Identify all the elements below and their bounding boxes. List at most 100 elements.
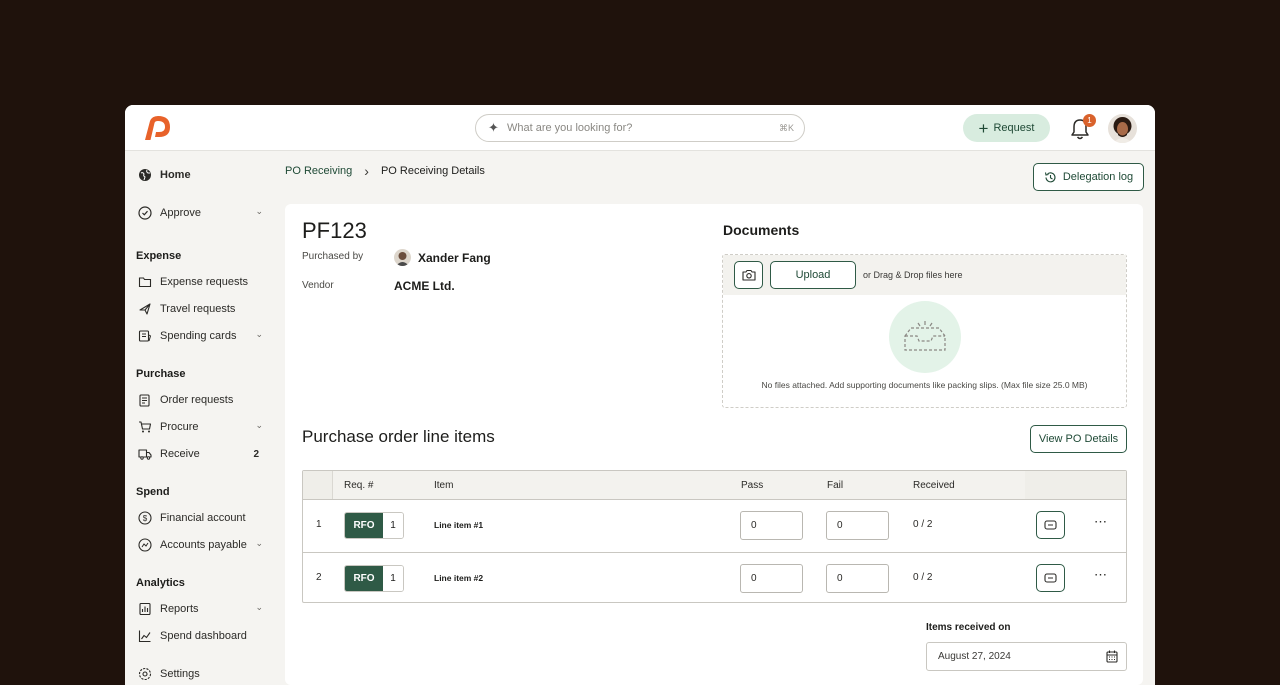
row-index: 1 <box>316 519 322 530</box>
check-circle-icon <box>138 206 152 220</box>
table-row: 1 RFO 1 Line item #1 0 0 0 / 2 ⋯ <box>303 500 1126 552</box>
rfo-tag[interactable]: RFO 1 <box>344 565 404 592</box>
sidebar-item-travel-requests[interactable]: Travel requests <box>138 300 263 318</box>
column-header-item: Item <box>434 480 454 491</box>
document-dropzone[interactable]: Upload or Drag & Drop files here No file… <box>722 254 1127 408</box>
pass-input[interactable]: 0 <box>740 511 803 540</box>
rfo-tag-number: 1 <box>383 513 403 538</box>
section-purchase: Purchase <box>136 368 186 380</box>
line-items-table: Req. # Item Pass Fail Received 1 RFO 1 L… <box>302 470 1127 603</box>
sidebar-item-label: Expense requests <box>160 276 249 288</box>
vendor-name: ACME Ltd. <box>394 279 455 293</box>
chevron-right-icon: › <box>364 163 369 179</box>
sidebar: Home Approve ⌄ Expense Expense requests … <box>125 152 275 685</box>
sidebar-item-reports[interactable]: Reports ⌄ <box>138 600 263 618</box>
table-row: 2 RFO 1 Line item #2 0 0 0 / 2 ⋯ <box>303 552 1126 604</box>
circle-dollar-icon <box>138 538 152 552</box>
rfo-tag-number: 1 <box>383 566 403 591</box>
purchaser[interactable]: Xander Fang <box>394 249 491 266</box>
more-icon[interactable]: ⋯ <box>1094 567 1108 583</box>
rfo-tag-label: RFO <box>345 566 383 591</box>
comment-icon <box>1044 572 1057 583</box>
table-header: Req. # Item Pass Fail Received <box>303 471 1126 500</box>
sidebar-item-label: Financial account <box>160 512 246 524</box>
sidebar-item-financial-account[interactable]: $ Financial account <box>138 509 263 527</box>
sidebar-item-spending-cards[interactable]: Spending cards ⌄ <box>138 327 263 345</box>
rfo-tag-label: RFO <box>345 513 383 538</box>
sidebar-item-settings[interactable]: Settings <box>138 665 263 683</box>
inbox-icon <box>904 321 946 351</box>
received-count: 0 / 2 <box>913 572 933 583</box>
camera-icon <box>741 269 756 281</box>
chevron-down-icon: ⌄ <box>255 602 263 612</box>
header-actions-cell <box>1025 471 1126 499</box>
truck-icon <box>138 447 152 461</box>
clipboard-icon <box>138 393 152 407</box>
breadcrumb: PO Receiving › PO Receiving Details <box>285 163 485 179</box>
sidebar-item-receive[interactable]: Receive 2 <box>138 445 263 463</box>
user-avatar[interactable] <box>1108 114 1137 143</box>
sidebar-item-label: Approve <box>160 207 201 219</box>
plane-icon <box>138 302 152 316</box>
chevron-down-icon: ⌄ <box>255 538 263 548</box>
top-bar: ✦ What are you looking for? ⌘K + Request… <box>125 105 1155 151</box>
sidebar-item-home[interactable]: Home <box>138 166 263 184</box>
request-label: Request <box>993 122 1035 134</box>
sidebar-item-approve[interactable]: Approve ⌄ <box>138 204 263 222</box>
purchaser-name: Xander Fang <box>418 250 491 265</box>
card-icon <box>138 329 152 343</box>
logo[interactable] <box>141 115 173 141</box>
more-icon[interactable]: ⋯ <box>1094 514 1108 530</box>
received-date-input[interactable]: August 27, 2024 <box>926 642 1127 671</box>
sidebar-item-accounts-payable[interactable]: Accounts payable ⌄ <box>138 536 263 554</box>
avatar <box>394 249 411 266</box>
dollar-circle-icon: $ <box>138 511 152 525</box>
sidebar-item-label: Settings <box>160 668 200 680</box>
no-files-message: No files attached. Add supporting docume… <box>761 380 1088 390</box>
shortcut-hint: ⌘K <box>778 123 794 133</box>
comment-button[interactable] <box>1036 564 1065 592</box>
sidebar-item-label: Spending cards <box>160 330 237 342</box>
sidebar-item-label: Procure <box>160 421 199 433</box>
drag-drop-hint: or Drag & Drop files here <box>863 270 963 280</box>
receive-count: 2 <box>253 448 259 460</box>
view-po-details-button[interactable]: View PO Details <box>1030 425 1127 453</box>
sidebar-item-label: Travel requests <box>160 303 236 315</box>
sidebar-item-expense-requests[interactable]: Expense requests <box>138 273 263 291</box>
inbox-illustration <box>889 301 961 373</box>
line-items-title: Purchase order line items <box>302 427 495 446</box>
rfo-tag[interactable]: RFO 1 <box>344 512 404 539</box>
app-window: ✦ What are you looking for? ⌘K + Request… <box>125 105 1155 685</box>
plus-icon: + <box>978 118 989 138</box>
pass-input[interactable]: 0 <box>740 564 803 593</box>
search-bar[interactable]: ✦ What are you looking for? ⌘K <box>475 114 805 142</box>
sidebar-item-label: Receive <box>160 448 200 460</box>
sidebar-item-order-requests[interactable]: Order requests <box>138 391 263 409</box>
fail-input[interactable]: 0 <box>826 564 889 593</box>
request-button[interactable]: + Request <box>963 114 1050 142</box>
delegation-log-label: Delegation log <box>1062 171 1134 183</box>
breadcrumb-link-po-receiving[interactable]: PO Receiving <box>285 165 352 177</box>
sidebar-item-label: Order requests <box>160 394 234 406</box>
notification-badge: 1 <box>1083 114 1096 127</box>
fail-input[interactable]: 0 <box>826 511 889 540</box>
sidebar-item-label: Accounts payable <box>160 539 247 551</box>
item-name: Line item #1 <box>434 520 484 530</box>
sidebar-item-label: Home <box>160 169 191 181</box>
history-icon <box>1044 171 1056 182</box>
upload-button[interactable]: Upload <box>770 261 856 289</box>
column-header-received: Received <box>913 480 955 491</box>
comment-button[interactable] <box>1036 511 1065 539</box>
received-count: 0 / 2 <box>913 519 933 530</box>
calendar-icon[interactable] <box>1106 650 1118 663</box>
gear-icon <box>138 667 152 681</box>
column-header-pass: Pass <box>741 480 764 491</box>
delegation-log-button[interactable]: Delegation log <box>1033 163 1144 191</box>
column-header-fail: Fail <box>827 480 844 491</box>
item-name: Line item #2 <box>434 573 484 583</box>
cart-icon <box>138 420 152 434</box>
sidebar-item-spend-dashboard[interactable]: Spend dashboard <box>138 627 263 645</box>
sidebar-item-procure[interactable]: Procure ⌄ <box>138 418 263 436</box>
column-header-req: Req. # <box>344 480 374 491</box>
camera-button[interactable] <box>734 261 763 289</box>
